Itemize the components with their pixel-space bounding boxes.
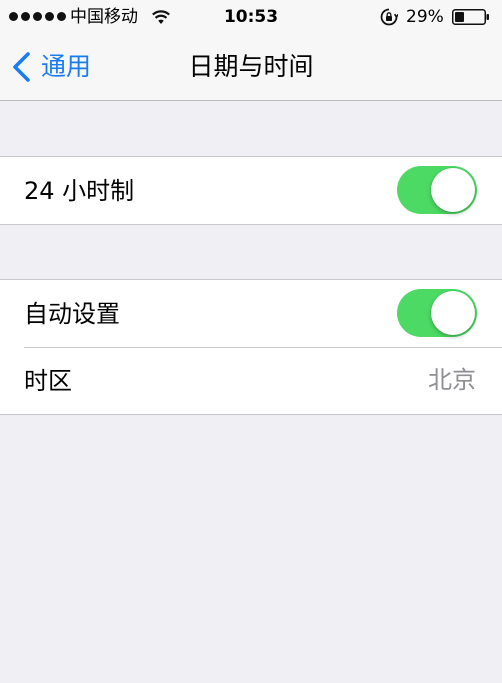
toggle-24-hour[interactable] xyxy=(397,166,477,214)
settings-group-auto: 自动设置 时区 北京 xyxy=(0,279,502,415)
battery-percentage: 29% xyxy=(406,7,444,27)
battery-icon xyxy=(452,9,489,25)
setting-label-24-hour: 24 小时制 xyxy=(24,176,135,205)
toggle-auto-set[interactable] xyxy=(397,289,477,337)
navigation-bar: 通用 日期与时间 xyxy=(0,34,502,100)
setting-row-auto-set: 自动设置 xyxy=(0,280,502,347)
status-bar: 中国移动 10:53 29% xyxy=(0,0,502,34)
toggle-knob xyxy=(431,291,475,335)
top-bar: 中国移动 10:53 29% 通用 日期与时间 xyxy=(0,0,502,101)
setting-label-auto-set: 自动设置 xyxy=(24,299,120,328)
setting-label-timezone: 时区 xyxy=(24,366,72,395)
setting-row-timezone[interactable]: 时区 北京 xyxy=(0,347,502,414)
toggle-knob xyxy=(431,168,475,212)
settings-group-time-format: 24 小时制 xyxy=(0,156,502,225)
timezone-value: 北京 xyxy=(428,366,476,394)
rotation-lock-icon xyxy=(380,8,398,26)
page-title: 日期与时间 xyxy=(188,52,314,81)
setting-row-24-hour: 24 小时制 xyxy=(0,157,502,224)
